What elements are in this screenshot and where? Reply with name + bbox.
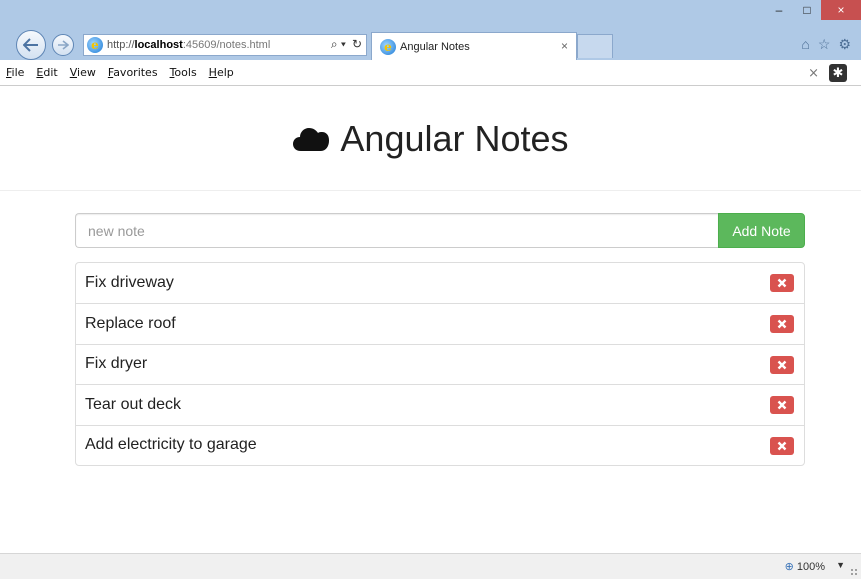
- tab-ie-logo-icon: e: [380, 38, 396, 55]
- tab-title: Angular Notes: [400, 40, 470, 53]
- note-text: Replace roof: [85, 315, 176, 333]
- list-item: Fix driveway: [76, 263, 804, 303]
- delete-note-button[interactable]: [770, 274, 794, 292]
- note-text: Fix dryer: [85, 355, 148, 373]
- status-bar: ⊕ 100% ▼: [0, 553, 861, 579]
- address-bar[interactable]: e http://localhost:45609/notes.html ⌕ ▾ …: [83, 34, 367, 56]
- gear-icon[interactable]: ⚙: [838, 36, 851, 53]
- new-tab-button[interactable]: [577, 34, 613, 58]
- page-title: Angular Notes: [292, 117, 569, 160]
- new-note-input[interactable]: [75, 213, 718, 248]
- page-content: Angular Notes Add Note Fix driveway Repl…: [0, 87, 861, 553]
- browser-titlebar: e http://localhost:45609/notes.html ⌕ ▾ …: [0, 0, 861, 60]
- note-text: Tear out deck: [85, 395, 182, 413]
- browser-toolbar-icons: ⌂ ☆ ⚙: [801, 36, 851, 53]
- refresh-icon[interactable]: ↻: [352, 37, 362, 52]
- notes-list: Fix driveway Replace roof Fix dryer Tear…: [75, 262, 805, 466]
- forward-button[interactable]: [52, 34, 74, 56]
- addon-icon[interactable]: ✱: [829, 64, 847, 82]
- menu-edit[interactable]: Edit: [36, 66, 57, 79]
- close-window-button[interactable]: ×: [821, 0, 861, 20]
- zoom-control[interactable]: ⊕ 100%: [784, 560, 825, 574]
- remove-icon: [777, 360, 787, 370]
- remove-icon: [777, 441, 787, 450]
- note-text: Fix driveway: [85, 274, 174, 292]
- menu-favorites[interactable]: Favorites: [108, 66, 158, 79]
- menu-bar: File Edit View Favorites Tools Help × ✱: [0, 60, 861, 86]
- maximize-button[interactable]: □: [793, 0, 821, 20]
- menu-help[interactable]: Help: [209, 66, 234, 79]
- url-protocol: http://: [107, 39, 135, 51]
- resize-grip[interactable]: [850, 568, 858, 576]
- delete-note-button[interactable]: [770, 315, 794, 334]
- page-header: Angular Notes: [0, 87, 861, 191]
- cloud-icon: [293, 127, 330, 151]
- back-arrow-icon: [23, 38, 38, 52]
- tab-angular-notes[interactable]: e Angular Notes ×: [371, 32, 577, 60]
- new-note-form: Add Note: [75, 213, 805, 248]
- page-title-text: Angular Notes: [340, 117, 569, 159]
- ie-logo-icon: e: [87, 37, 103, 53]
- menubar-close-icon[interactable]: ×: [808, 66, 819, 81]
- remove-icon: [777, 400, 787, 410]
- menu-tools[interactable]: Tools: [170, 66, 197, 79]
- search-icon[interactable]: ⌕ ▾: [331, 37, 346, 52]
- list-item: Replace roof: [76, 303, 804, 343]
- list-item: Fix dryer: [76, 343, 804, 384]
- forward-arrow-icon: [58, 40, 69, 50]
- list-item: Tear out deck: [76, 384, 804, 424]
- home-icon[interactable]: ⌂: [801, 36, 809, 53]
- minimize-button[interactable]: –: [765, 0, 793, 20]
- back-button[interactable]: [16, 30, 46, 60]
- tab-close-icon[interactable]: ×: [561, 39, 568, 53]
- zoom-dropdown-icon[interactable]: ▼: [836, 560, 845, 570]
- zoom-level: 100%: [796, 560, 825, 573]
- url-path: :45609/notes.html: [182, 39, 271, 51]
- add-note-button[interactable]: Add Note: [718, 213, 805, 248]
- url-host: localhost: [134, 39, 183, 51]
- delete-note-button[interactable]: [770, 396, 794, 415]
- menu-view[interactable]: View: [70, 66, 96, 79]
- note-text: Add electricity to garage: [85, 436, 257, 454]
- zoom-icon: ⊕: [784, 561, 794, 573]
- delete-note-button[interactable]: [770, 436, 794, 455]
- remove-icon: [777, 278, 787, 288]
- menu-file[interactable]: File: [6, 66, 24, 79]
- list-item: Add electricity to garage: [76, 424, 804, 465]
- star-icon[interactable]: ☆: [818, 36, 831, 53]
- remove-icon: [777, 320, 787, 329]
- delete-note-button[interactable]: [770, 355, 794, 374]
- window-controls: – □ ×: [765, 0, 861, 20]
